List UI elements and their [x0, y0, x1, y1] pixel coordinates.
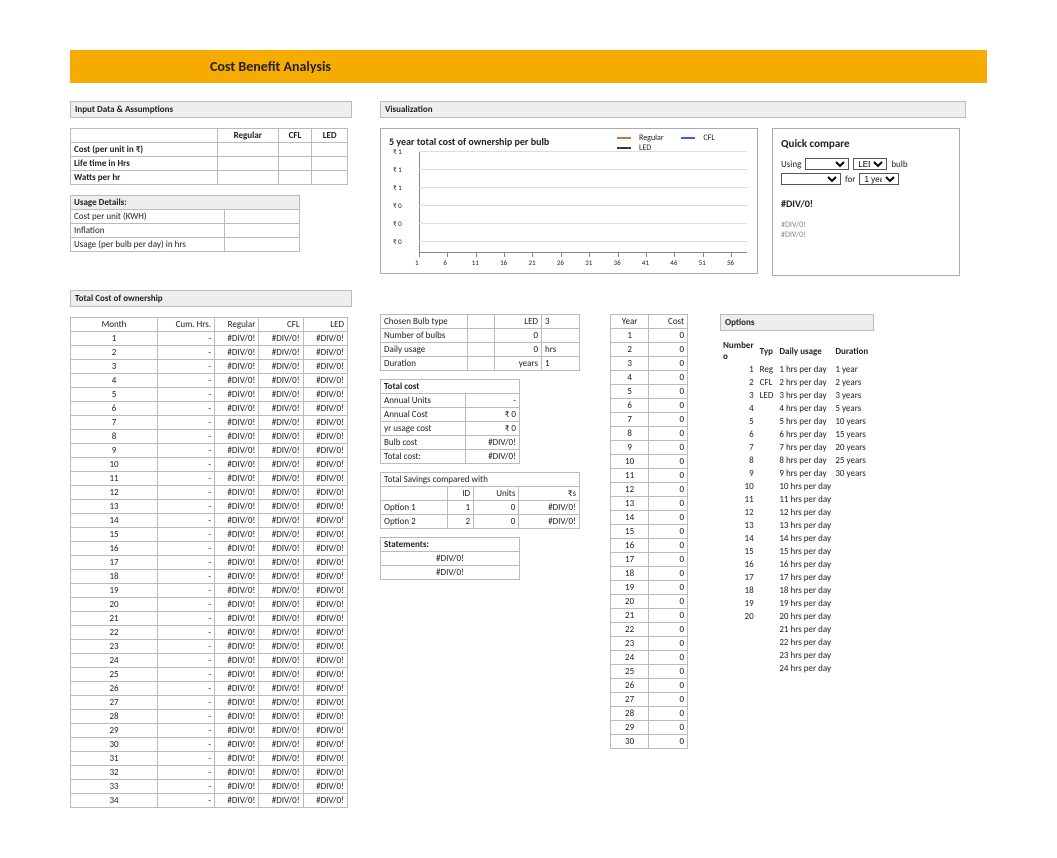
table-row: 21-#DIV/0!#DIV/0!#DIV/0! [71, 612, 348, 626]
options-table: Number o Typ Daily usage Duration 1Reg1 … [720, 339, 871, 675]
table-row: 15-#DIV/0!#DIV/0!#DIV/0! [71, 528, 348, 542]
table-row: 22-#DIV/0!#DIV/0!#DIV/0! [71, 626, 348, 640]
options-header: Options [720, 314, 874, 331]
table-row: 16-#DIV/0!#DIV/0!#DIV/0! [71, 542, 348, 556]
table-row: 34-#DIV/0!#DIV/0!#DIV/0! [71, 794, 348, 808]
usage-table: Usage Details: Cost per unit (KWH)Inflat… [70, 195, 300, 252]
table-row: 27-#DIV/0!#DIV/0!#DIV/0! [71, 696, 348, 710]
table-row: 32-#DIV/0!#DIV/0!#DIV/0! [71, 766, 348, 780]
quick-compare-title: Quick compare [781, 137, 951, 150]
table-row: 28-#DIV/0!#DIV/0!#DIV/0! [71, 710, 348, 724]
table-row: 19-#DIV/0!#DIV/0!#DIV/0! [71, 584, 348, 598]
table-row: 7-#DIV/0!#DIV/0!#DIV/0! [71, 416, 348, 430]
qc-qty-select[interactable] [805, 158, 849, 170]
qc-type-select[interactable]: LED [853, 158, 887, 170]
table-row: 25-#DIV/0!#DIV/0!#DIV/0! [71, 668, 348, 682]
table-row: 5-#DIV/0!#DIV/0!#DIV/0! [71, 388, 348, 402]
table-row: 17-#DIV/0!#DIV/0!#DIV/0! [71, 556, 348, 570]
table-row: 12-#DIV/0!#DIV/0!#DIV/0! [71, 486, 348, 500]
totalcost-table: Total cost Annual Units-Annual Cost₹ 0yr… [380, 379, 520, 464]
table-row: 3-#DIV/0!#DIV/0!#DIV/0! [71, 360, 348, 374]
quick-compare-panel: Quick compare Using LED bulb for 1 year … [772, 128, 960, 276]
qc-hours-select[interactable] [781, 173, 841, 185]
viz-header: Visualization [380, 101, 966, 118]
tco-header: Total Cost of ownership [70, 290, 352, 307]
table-row: 2-#DIV/0!#DIV/0!#DIV/0! [71, 346, 348, 360]
qc-result: #DIV/0! [781, 197, 951, 210]
yearcost-table: Year Cost 102030405060708090100110120130… [610, 314, 688, 749]
table-row: 30-#DIV/0!#DIV/0!#DIV/0! [71, 738, 348, 752]
chart-legend: Regular CFL LED [617, 133, 747, 153]
table-row: 4-#DIV/0!#DIV/0!#DIV/0! [71, 374, 348, 388]
statements-table: Statements: #DIV/0!#DIV/0! [380, 537, 520, 580]
table-row: 20-#DIV/0!#DIV/0!#DIV/0! [71, 598, 348, 612]
table-row: 10-#DIV/0!#DIV/0!#DIV/0! [71, 458, 348, 472]
table-row: 33-#DIV/0!#DIV/0!#DIV/0! [71, 780, 348, 794]
table-row: 9-#DIV/0!#DIV/0!#DIV/0! [71, 444, 348, 458]
table-row: 6-#DIV/0!#DIV/0!#DIV/0! [71, 402, 348, 416]
qc-period-select[interactable]: 1 year [859, 173, 899, 185]
input-table: Regular CFL LED Cost (per unit in ₹)Life… [70, 128, 348, 185]
table-row: 31-#DIV/0!#DIV/0!#DIV/0! [71, 752, 348, 766]
chart-title: 5 year total cost of ownership per bulb [389, 135, 549, 148]
tco-table: Month Cum. Hrs. Regular CFL LED 1-#DIV/0… [70, 317, 348, 808]
table-row: 8-#DIV/0!#DIV/0!#DIV/0! [71, 430, 348, 444]
input-header: Input Data & Assumptions [70, 101, 352, 118]
savings-table: Total Savings compared with ID Units ₹s … [380, 472, 580, 529]
table-row: 14-#DIV/0!#DIV/0!#DIV/0! [71, 514, 348, 528]
tco-chart: 5 year total cost of ownership per bulb … [380, 128, 758, 274]
table-row: 29-#DIV/0!#DIV/0!#DIV/0! [71, 724, 348, 738]
page-title: Cost Benefit Analysis [70, 50, 987, 83]
table-row: 18-#DIV/0!#DIV/0!#DIV/0! [71, 570, 348, 584]
table-row: 1-#DIV/0!#DIV/0!#DIV/0! [71, 332, 348, 346]
table-row: 13-#DIV/0!#DIV/0!#DIV/0! [71, 500, 348, 514]
table-row: 26-#DIV/0!#DIV/0!#DIV/0! [71, 682, 348, 696]
table-row: 24-#DIV/0!#DIV/0!#DIV/0! [71, 654, 348, 668]
table-row: 23-#DIV/0!#DIV/0!#DIV/0! [71, 640, 348, 654]
table-row: 11-#DIV/0!#DIV/0!#DIV/0! [71, 472, 348, 486]
chosen-table: Chosen Bulb typeLED3Number of bulbs0Dail… [380, 314, 580, 371]
